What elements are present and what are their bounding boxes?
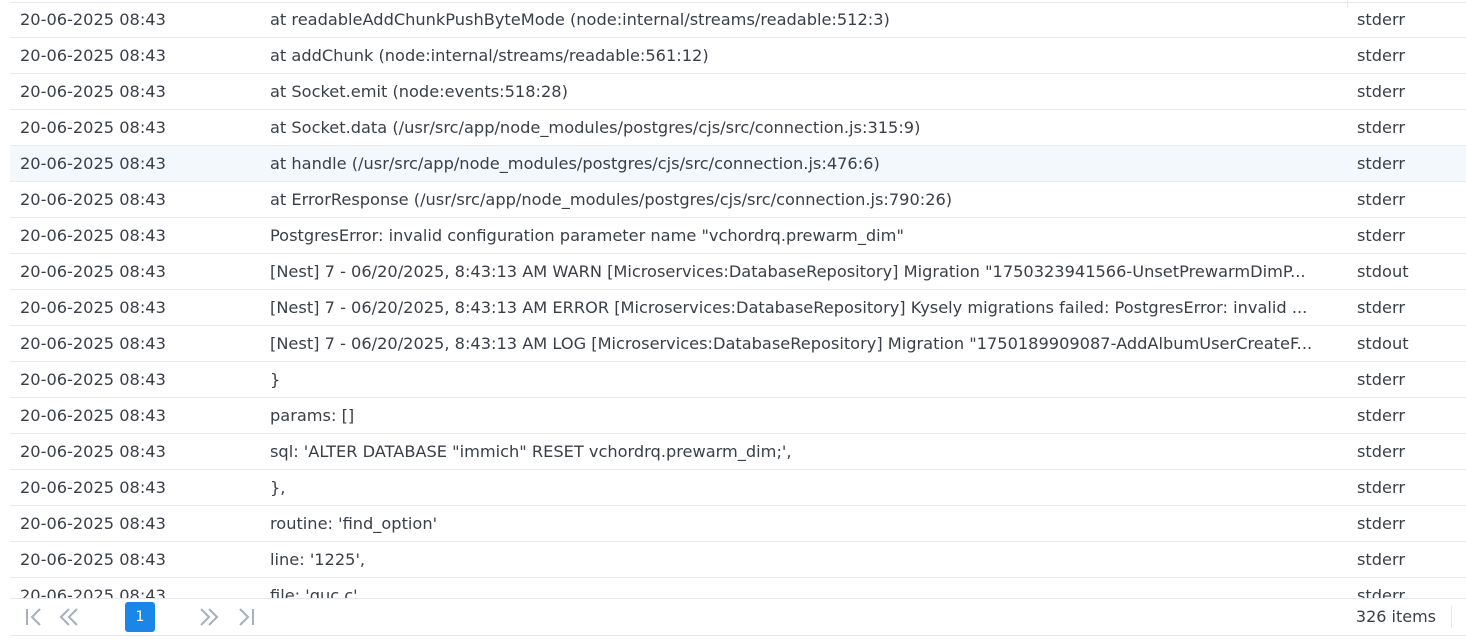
table-row[interactable]: 20-06-2025 08:43 [Nest] 7 - 06/20/2025, 8… xyxy=(10,254,1466,290)
log-time-cell: 20-06-2025 08:43 xyxy=(20,586,166,598)
log-stream-cell: stderr xyxy=(1357,370,1406,389)
page-button-current[interactable]: 1 xyxy=(125,602,155,632)
log-time-cell: 20-06-2025 08:43 xyxy=(20,514,166,533)
table-row[interactable]: 20-06-2025 08:43} stderr xyxy=(10,362,1466,398)
pagination-bar: 1 326 items xyxy=(10,598,1466,636)
log-stream-cell: stderr xyxy=(1357,82,1406,101)
log-stream-cell: stderr xyxy=(1357,46,1406,65)
log-stream-cell: stderr xyxy=(1357,514,1406,533)
log-stream-cell: stderr xyxy=(1357,118,1406,137)
log-time-cell: 20-06-2025 08:43 xyxy=(20,478,166,497)
log-stream-cell: stderr xyxy=(1357,298,1406,317)
log-message-cell: at ErrorResponse (/usr/src/app/node_modu… xyxy=(270,190,953,209)
log-viewer: 20-06-2025 08:43 at readableAddChunkPushB… xyxy=(0,0,1466,643)
log-time-cell: 20-06-2025 08:43 xyxy=(20,406,166,425)
table-row[interactable]: 20-06-2025 08:43 at handle (/usr/src/app/… xyxy=(10,146,1466,182)
log-message-cell: [Nest] 7 - 06/20/2025, 8:43:13 AM LOG [M… xyxy=(270,334,1313,353)
log-message-cell: }, xyxy=(270,478,286,497)
log-stream-cell: stderr xyxy=(1357,406,1406,425)
table-row[interactable]: 20-06-2025 08:43 routine: 'find_option' st… xyxy=(10,506,1466,542)
log-stream-cell: stdout xyxy=(1357,262,1409,281)
log-message-cell: at addChunk (node:internal/streams/reada… xyxy=(270,46,709,65)
log-message-cell: [Nest] 7 - 06/20/2025, 8:43:13 AM ERROR … xyxy=(270,298,1308,317)
log-stream-cell: stdout xyxy=(1357,334,1409,353)
first-page-icon[interactable] xyxy=(22,604,48,630)
log-message-cell: [Nest] 7 - 06/20/2025, 8:43:13 AM WARN [… xyxy=(270,262,1306,281)
table-row[interactable]: 20-06-2025 08:43 [Nest] 7 - 06/20/2025, 8… xyxy=(10,326,1466,362)
log-time-cell: 20-06-2025 08:43 xyxy=(20,226,166,245)
table-row[interactable]: 20-06-2025 08:43 at Socket.data (/usr/src… xyxy=(10,110,1466,146)
log-time-cell: 20-06-2025 08:43 xyxy=(20,334,166,353)
log-message-cell: routine: 'find_option' xyxy=(270,514,438,533)
log-stream-cell: stderr xyxy=(1357,190,1406,209)
log-stream-cell: stderr xyxy=(1357,226,1406,245)
table-row[interactable]: 20-06-2025 08:43}, stderr xyxy=(10,470,1466,506)
log-message-cell: at readableAddChunkPushByteMode (node:in… xyxy=(270,10,890,29)
table-row[interactable]: 20-06-2025 08:43 at readableAddChunkPushB… xyxy=(10,2,1466,38)
log-stream-cell: stderr xyxy=(1357,154,1406,173)
log-time-cell: 20-06-2025 08:43 xyxy=(20,262,166,281)
log-rows: 20-06-2025 08:43 at readableAddChunkPushB… xyxy=(10,2,1466,598)
log-stream-cell: stderr xyxy=(1357,10,1406,29)
log-time-cell: 20-06-2025 08:43 xyxy=(20,190,166,209)
log-stream-cell: stderr xyxy=(1357,442,1406,461)
log-time-cell: 20-06-2025 08:43 xyxy=(20,46,166,65)
log-time-cell: 20-06-2025 08:43 xyxy=(20,442,166,461)
log-time-cell: 20-06-2025 08:43 xyxy=(20,10,166,29)
items-count: 326 items xyxy=(1355,607,1436,626)
log-time-cell: 20-06-2025 08:43 xyxy=(20,154,166,173)
table-row[interactable]: 20-06-2025 08:43 at Socket.emit (node:eve… xyxy=(10,74,1466,110)
log-time-cell: 20-06-2025 08:43 xyxy=(20,82,166,101)
log-message-cell: } xyxy=(270,370,281,389)
log-message-cell: sql: 'ALTER DATABASE "immich" RESET vcho… xyxy=(270,442,792,461)
table-row[interactable]: 20-06-2025 08:43 PostgresError: invalid c… xyxy=(10,218,1466,254)
table-row[interactable]: 20-06-2025 08:43 sql: 'ALTER DATABASE "im… xyxy=(10,434,1466,470)
table-row[interactable]: 20-06-2025 08:43 params: [] stderr xyxy=(10,398,1466,434)
table-row[interactable]: 20-06-2025 08:43 line: '1225', stderr xyxy=(10,542,1466,578)
log-stream-cell: stderr xyxy=(1357,478,1406,497)
next-page-icon[interactable] xyxy=(196,604,222,630)
log-table: 20-06-2025 08:43 at readableAddChunkPushB… xyxy=(10,0,1466,598)
log-time-cell: 20-06-2025 08:43 xyxy=(20,370,166,389)
log-message-cell: line: '1225', xyxy=(270,550,366,569)
log-message-cell: PostgresError: invalid configuration par… xyxy=(270,226,904,245)
table-row[interactable]: 20-06-2025 08:43 file: 'guc.c', stderr xyxy=(10,578,1466,598)
last-page-icon[interactable] xyxy=(232,604,258,630)
log-message-cell: at Socket.data (/usr/src/app/node_module… xyxy=(270,118,921,137)
log-message-cell: at Socket.emit (node:events:518:28) xyxy=(270,82,568,101)
table-row[interactable]: 20-06-2025 08:43 [Nest] 7 - 06/20/2025, 8… xyxy=(10,290,1466,326)
log-stream-cell: stderr xyxy=(1357,586,1406,598)
previous-page-icon[interactable] xyxy=(56,604,82,630)
log-time-cell: 20-06-2025 08:43 xyxy=(20,118,166,137)
footer-divider xyxy=(1451,606,1452,628)
table-row[interactable]: 20-06-2025 08:43 at addChunk (node:intern… xyxy=(10,38,1466,74)
log-message-cell: at handle (/usr/src/app/node_modules/pos… xyxy=(270,154,880,173)
log-time-cell: 20-06-2025 08:43 xyxy=(20,550,166,569)
table-row[interactable]: 20-06-2025 08:43 at ErrorResponse (/usr/s… xyxy=(10,182,1466,218)
log-message-cell: params: [] xyxy=(270,406,355,425)
log-message-cell: file: 'guc.c', xyxy=(270,586,363,598)
log-stream-cell: stderr xyxy=(1357,550,1406,569)
log-time-cell: 20-06-2025 08:43 xyxy=(20,298,166,317)
